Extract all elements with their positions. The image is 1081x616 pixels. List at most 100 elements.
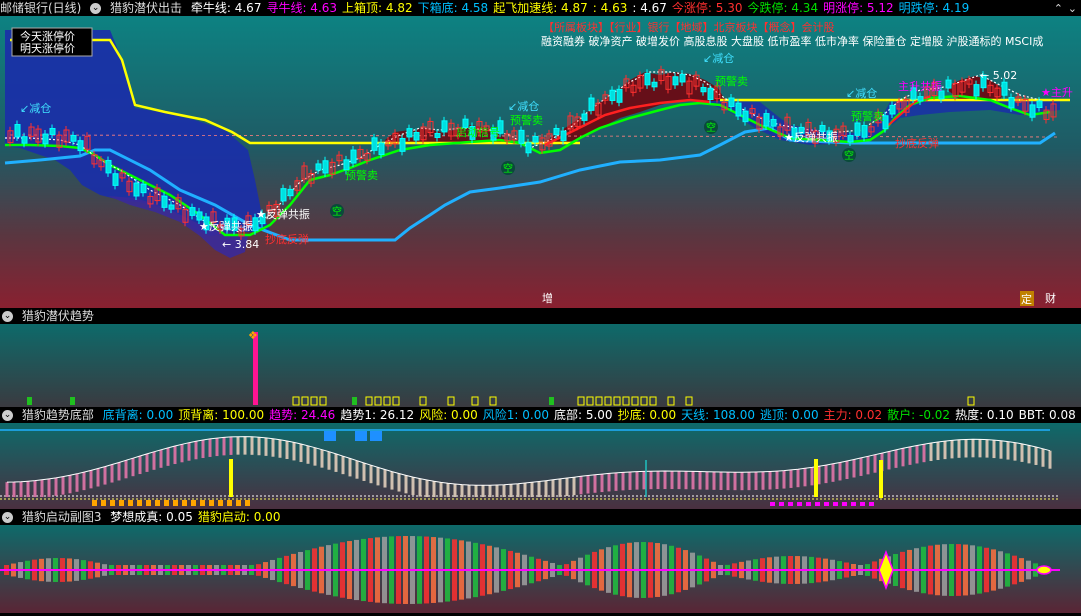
bottom-mark bbox=[164, 500, 169, 506]
annot-high-price: ← 5.02 bbox=[980, 69, 1017, 82]
panel3-value-1: 顶背离: 100.00 bbox=[178, 408, 265, 422]
chevron-down-icon[interactable]: ⌄ bbox=[1068, 2, 1077, 15]
candle-body bbox=[560, 130, 567, 142]
bottom-mark bbox=[245, 500, 250, 506]
annot-jiancang-4: ↙减仓 bbox=[846, 86, 877, 100]
legend-line1: 今天涨停价 bbox=[20, 29, 75, 43]
panel3-value-7: 抄底: 0.00 bbox=[617, 408, 677, 422]
main-header-value-9: 明涨停: 5.12 bbox=[823, 1, 894, 15]
launch-panel[interactable] bbox=[0, 525, 1081, 613]
candle-body bbox=[133, 182, 140, 197]
panel4-value-0: 梦想成真: 0.05 bbox=[110, 510, 193, 524]
candle-body bbox=[588, 97, 595, 111]
sector-info: 【所属板块】【行业】银行【地域】北京板块【概念】会计股 bbox=[543, 20, 835, 34]
candle-body bbox=[973, 84, 980, 97]
panel3-title[interactable]: 猎豹趋势底部 bbox=[22, 408, 94, 422]
panel3-value-5: 风险1: 0.00 bbox=[482, 408, 549, 422]
annot-yujingmai-4: 预警卖 bbox=[345, 168, 378, 182]
blue-signal-block-3 bbox=[370, 431, 382, 441]
main-header-value-7: 今涨停: 5.30 bbox=[671, 1, 743, 15]
panel4-values: 梦想成真: 0.05 猎豹启动: 0.00 bbox=[110, 510, 285, 524]
panel4-header: ⌄ 猎豹启动副图3 梦想成真: 0.05 猎豹启动: 0.00 bbox=[0, 509, 1081, 525]
candle-body bbox=[1036, 100, 1043, 109]
panel2-menu-icon[interactable]: ⌄ bbox=[2, 311, 13, 322]
panel3-menu-icon[interactable]: ⌄ bbox=[2, 410, 13, 421]
svg-text:空: 空 bbox=[706, 121, 716, 134]
chevron-up-icon[interactable]: ⌃ bbox=[1054, 2, 1063, 15]
indicator-menu-icon[interactable]: ⌄ bbox=[90, 3, 102, 14]
panel3-header: ⌄ 猎豹趋势底部 底背离: 0.00 顶背离: 100.00 趋势: 24.46 趋势… bbox=[0, 407, 1081, 423]
bottom-mark bbox=[173, 500, 178, 506]
candle-body bbox=[861, 124, 868, 138]
legend-line2: 明天涨停价 bbox=[20, 41, 75, 55]
panel3-value-4: 风险: 0.00 bbox=[419, 408, 478, 422]
bottom-trend-panel[interactable] bbox=[0, 423, 1081, 509]
candle-body bbox=[287, 188, 294, 197]
panel4-menu-icon[interactable]: ⌄ bbox=[2, 512, 13, 523]
panel3-value-9: 逃顶: 0.00 bbox=[760, 408, 819, 422]
indicator-name[interactable]: 猎豹潜伏出击 bbox=[110, 1, 182, 15]
candle-body bbox=[168, 204, 175, 210]
candle-body bbox=[406, 128, 413, 138]
yellow-signal-1 bbox=[229, 459, 233, 497]
candle-body bbox=[770, 118, 777, 127]
panel3-value-13: BBT: 0.08 bbox=[1018, 408, 1076, 422]
candle-body bbox=[707, 87, 714, 100]
candle-body bbox=[525, 142, 532, 154]
stock-title[interactable]: 邮储银行(日线) bbox=[0, 1, 81, 15]
panel2-header: ⌄ 猎豹潜伏趋势 bbox=[0, 308, 1081, 324]
candle-body bbox=[315, 163, 322, 171]
bottom-mark bbox=[137, 500, 142, 506]
panel3-value-2: 趋势: 24.46 bbox=[269, 408, 336, 422]
candle-body bbox=[581, 113, 588, 121]
panel2-title[interactable]: 猎豹潜伏趋势 bbox=[22, 309, 94, 323]
bottom-mark bbox=[182, 500, 187, 506]
annot-yujingmai-2: 预警卖 bbox=[715, 74, 748, 88]
panel3-value-8: 天线: 108.00 bbox=[681, 408, 755, 422]
magenta-bottom-mark bbox=[842, 502, 847, 506]
candle-body bbox=[49, 127, 56, 135]
panel3-value-6: 底部: 5.00 bbox=[553, 408, 613, 422]
candle-body bbox=[1001, 81, 1008, 96]
annot-yujingmai-1: 预警卖 bbox=[510, 113, 543, 127]
annot-chaodi-1: 抄底反弹 bbox=[265, 232, 309, 246]
annot-jiancang-3: ↙减仓 bbox=[703, 51, 734, 65]
annot-fantan-1: ★反弹共振 bbox=[199, 219, 253, 233]
magenta-bottom-mark bbox=[788, 502, 793, 506]
main-price-chart[interactable]: 今天涨停价 明天涨停价 【所属板块】【行业】银行【地域】北京板块【概念】会计股 … bbox=[0, 16, 1081, 309]
annot-kaishi: 启动信号 bbox=[456, 126, 500, 139]
bottom-mark bbox=[236, 500, 241, 506]
panel4-title[interactable]: 猎豹启动副图3 bbox=[22, 510, 102, 524]
candle-body bbox=[350, 149, 357, 164]
annot-gongzhen: 主升共振 bbox=[898, 79, 942, 93]
candle-body bbox=[518, 129, 525, 144]
panel4-value-1: 猎豹启动: 0.00 bbox=[197, 510, 281, 524]
trend-panel[interactable]: ❖ bbox=[0, 324, 1081, 407]
main-header-value-1: 寻牛线: 4.63 bbox=[266, 1, 338, 15]
svg-text:空: 空 bbox=[844, 149, 854, 162]
blue-signal-block-1 bbox=[324, 431, 336, 441]
tag-cai: 财 bbox=[1045, 291, 1056, 305]
annot-zhusheng: ★主升 bbox=[1041, 86, 1073, 99]
panel2-background bbox=[0, 324, 1081, 407]
candle-body bbox=[532, 136, 539, 143]
candle-body bbox=[742, 110, 749, 123]
candle-body bbox=[189, 207, 196, 216]
candle-body bbox=[280, 188, 287, 202]
candle-body bbox=[917, 96, 924, 102]
yellow-signal-2 bbox=[814, 459, 818, 497]
candle-body bbox=[763, 113, 770, 127]
candle-body bbox=[1008, 97, 1015, 109]
candle-body bbox=[644, 72, 651, 86]
candle-body bbox=[1029, 104, 1036, 118]
annot-jiancang-2: ↙减仓 bbox=[508, 99, 539, 113]
magenta-bottom-mark bbox=[851, 502, 856, 506]
green-mark bbox=[27, 397, 32, 405]
butterfly-icon: ❖ bbox=[248, 329, 258, 342]
candle-body bbox=[371, 137, 378, 151]
candle-body bbox=[378, 142, 385, 156]
bottom-mark bbox=[227, 500, 232, 506]
main-header-value-4: 起飞加速线: 4.87 bbox=[493, 1, 588, 15]
candle-body bbox=[728, 97, 735, 107]
candle-body bbox=[196, 211, 203, 221]
